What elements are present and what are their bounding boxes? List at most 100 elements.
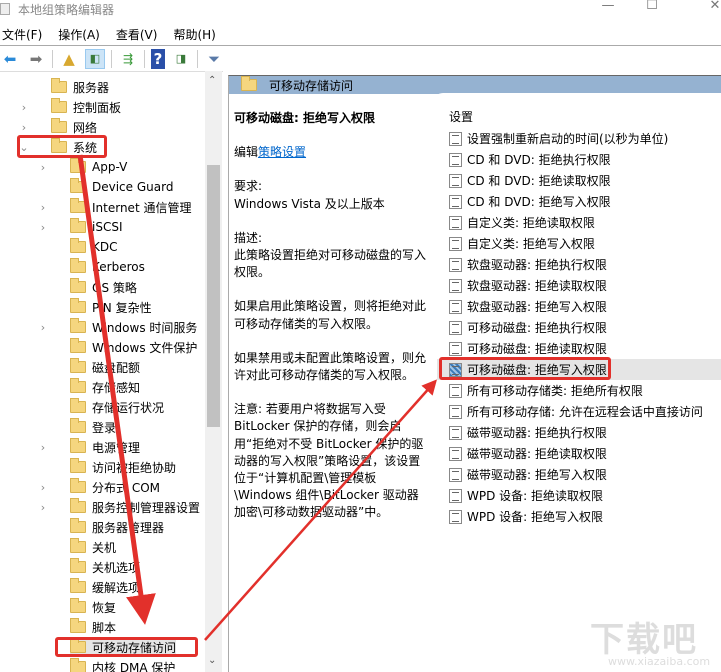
chevron-right-icon[interactable]: › <box>37 481 49 494</box>
show-action-pane-icon[interactable]: ◨ <box>171 49 191 69</box>
up-folder-icon[interactable]: ▲ <box>59 49 79 69</box>
chevron-right-icon[interactable]: › <box>37 201 49 214</box>
tree-item[interactable]: OS 策略 <box>70 277 137 297</box>
menu-view[interactable]: 查看(V) <box>116 26 158 43</box>
setting-item-label: 软盘驱动器: 拒绝读取权限 <box>467 279 607 293</box>
setting-item[interactable]: 自定义类: 拒绝写入权限 <box>437 233 721 254</box>
setting-item[interactable]: CD 和 DVD: 拒绝读取权限 <box>437 170 721 191</box>
tree-item[interactable]: 关机 <box>70 537 116 557</box>
chevron-right-icon[interactable]: › <box>37 161 49 174</box>
menu-file[interactable]: 文件(F) <box>2 26 42 43</box>
setting-item[interactable]: 磁带驱动器: 拒绝写入权限 <box>437 464 721 485</box>
tree-item[interactable]: 缓解选项 <box>70 577 140 597</box>
show-hide-tree-icon[interactable]: ◧ <box>85 48 105 69</box>
tree-item[interactable]: › 服务控制管理器设置 <box>41 497 200 517</box>
tree-item[interactable]: 存储运行状况 <box>70 397 164 417</box>
setting-item-label: 软盘驱动器: 拒绝写入权限 <box>467 300 607 314</box>
menu-action[interactable]: 操作(A) <box>58 26 100 43</box>
tree-item[interactable]: 访问被拒绝协助 <box>70 457 176 477</box>
setting-item-label: CD 和 DVD: 拒绝写入权限 <box>467 195 611 209</box>
enabled-text: 如果启用此策略设置，则将拒绝对此可移动存储类的写入权限。 <box>234 299 427 331</box>
toolbar: ⬅ ➡ ▲ ◧ ⇶ ? ◨ ⏷ <box>0 45 721 71</box>
help-icon[interactable]: ? <box>151 48 165 69</box>
menu-help[interactable]: 帮助(H) <box>173 26 215 43</box>
tree-item[interactable]: › App-V <box>41 157 127 177</box>
setting-item[interactable]: 磁带驱动器: 拒绝读取权限 <box>437 443 721 464</box>
folder-icon <box>51 118 67 133</box>
menu-bar: 文件(F) 操作(A) 查看(V) 帮助(H) <box>0 24 721 44</box>
tree-item[interactable]: Device Guard <box>70 177 173 197</box>
chevron-right-icon[interactable]: › <box>18 121 30 134</box>
policy-setting-icon <box>449 278 462 293</box>
setting-item[interactable]: 软盘驱动器: 拒绝读取权限 <box>437 275 721 296</box>
folder-icon <box>70 558 86 573</box>
setting-item-label: 磁带驱动器: 拒绝写入权限 <box>467 468 607 482</box>
chevron-right-icon[interactable]: › <box>37 321 49 334</box>
forward-icon[interactable]: ➡ <box>26 49 46 69</box>
setting-item[interactable]: 设置强制重新启动的时间(以秒为单位) <box>437 128 721 149</box>
edit-policy-link[interactable]: 策略设置 <box>258 145 306 159</box>
tree-item[interactable]: 登录 <box>70 417 116 437</box>
folder-icon <box>70 398 86 413</box>
tree-item-label: Internet 通信管理 <box>92 200 192 215</box>
tree-item[interactable]: 恢复 <box>70 597 116 617</box>
setting-item-label: 磁带驱动器: 拒绝读取权限 <box>467 447 607 461</box>
setting-item[interactable]: 磁带驱动器: 拒绝执行权限 <box>437 422 721 443</box>
tree-item[interactable]: › Windows 时间服务 <box>41 317 197 337</box>
minimize-button[interactable]: — <box>593 0 623 20</box>
tree-item[interactable]: 磁盘配额 <box>70 357 140 377</box>
maximize-button[interactable]: ☐ <box>637 0 667 20</box>
setting-item[interactable]: WPD 设备: 拒绝写入权限 <box>437 506 721 527</box>
tree-item[interactable]: › Internet 通信管理 <box>41 197 192 217</box>
tree-item-label: 访问被拒绝协助 <box>92 460 177 475</box>
back-icon[interactable]: ⬅ <box>0 49 20 69</box>
tree-item[interactable]: › iSCSI <box>41 217 123 237</box>
tree-item-label: 服务器 <box>73 80 110 95</box>
tree-item[interactable]: KDC <box>70 237 118 257</box>
tree-item[interactable]: › 网络 <box>22 117 97 137</box>
tree-item-label: 缓解选项 <box>92 580 141 595</box>
tree-item[interactable]: PIN 复杂性 <box>70 297 152 317</box>
tree-item[interactable]: 存储感知 <box>70 377 140 397</box>
filter-icon[interactable]: ⏷ <box>204 49 224 69</box>
tree-item[interactable]: › 控制面板 <box>22 97 121 117</box>
tree-item[interactable]: Windows 文件保护 <box>70 337 197 357</box>
setting-item[interactable]: 可移动磁盘: 拒绝读取权限 <box>437 338 721 359</box>
tree-item[interactable]: 关机选项 <box>70 557 140 577</box>
chevron-right-icon[interactable]: › <box>18 101 30 114</box>
setting-item[interactable]: 自定义类: 拒绝读取权限 <box>437 212 721 233</box>
setting-item[interactable]: 所有可移动存储类: 拒绝所有权限 <box>437 380 721 401</box>
tree-item[interactable]: 内核 DMA 保护 <box>70 657 175 672</box>
export-list-icon[interactable]: ⇶ <box>118 49 138 69</box>
tree-item[interactable]: 服务器 <box>51 77 109 97</box>
policy-setting-icon <box>449 173 462 188</box>
close-button[interactable]: ✕ <box>700 0 721 20</box>
folder-icon <box>70 378 86 393</box>
tree-scrollbar-thumb[interactable] <box>207 165 220 427</box>
scroll-down-icon[interactable]: ⌄ <box>208 655 216 666</box>
settings-list: 设置 设置强制重新启动的时间(以秒为单位) CD 和 DVD: 拒绝执行权限 CD … <box>433 93 721 672</box>
folder-icon <box>70 178 86 193</box>
edit-prefix: 编辑 <box>234 145 259 160</box>
scroll-up-icon[interactable]: ⌃ <box>208 75 216 86</box>
setting-item[interactable]: WPD 设备: 拒绝读取权限 <box>437 485 721 506</box>
settings-column-header[interactable]: 设置 <box>449 108 473 125</box>
setting-item[interactable]: CD 和 DVD: 拒绝执行权限 <box>437 149 721 170</box>
tree-item[interactable]: Kerberos <box>70 257 145 277</box>
setting-item[interactable]: 所有可移动存储: 允许在远程会话中直接访问 <box>437 401 721 422</box>
tree-item[interactable]: 脚本 <box>70 617 116 637</box>
setting-item[interactable]: CD 和 DVD: 拒绝写入权限 <box>437 191 721 212</box>
setting-item-label: 自定义类: 拒绝写入权限 <box>467 237 595 251</box>
tree-item-label: 存储感知 <box>92 380 141 395</box>
folder-icon <box>51 78 67 93</box>
setting-item[interactable]: 软盘驱动器: 拒绝执行权限 <box>437 254 721 275</box>
tree-item[interactable]: › 电源管理 <box>41 437 140 457</box>
tree-item[interactable]: › 分布式 COM <box>41 477 160 497</box>
folder-icon <box>70 578 86 593</box>
setting-item[interactable]: 可移动磁盘: 拒绝执行权限 <box>437 317 721 338</box>
chevron-right-icon[interactable]: › <box>37 221 49 234</box>
setting-item[interactable]: 软盘驱动器: 拒绝写入权限 <box>437 296 721 317</box>
chevron-right-icon[interactable]: › <box>37 441 49 454</box>
chevron-right-icon[interactable]: › <box>37 501 49 514</box>
tree-item[interactable]: 服务器管理器 <box>70 517 164 537</box>
